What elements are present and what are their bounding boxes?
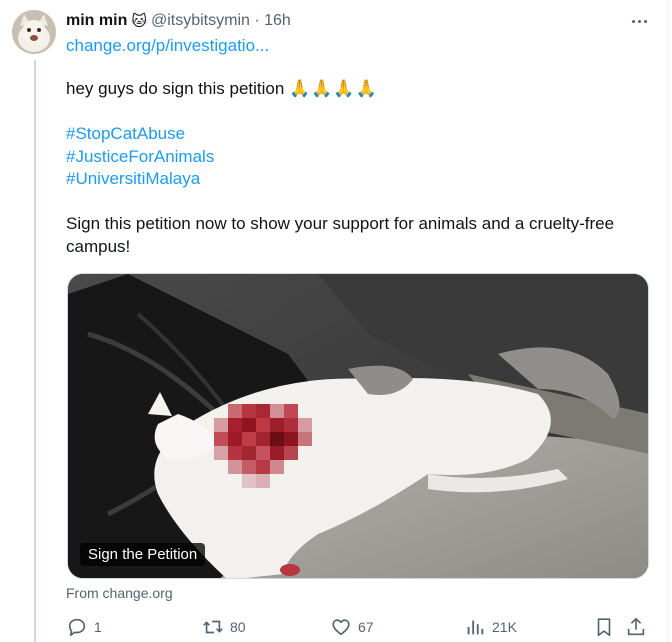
repost-button[interactable]: 80 bbox=[202, 614, 246, 640]
tweet-text: hey guys do sign this petition 🙏🙏🙏🙏 #Sto… bbox=[66, 78, 656, 258]
divider bbox=[668, 0, 669, 642]
text-body: Sign this petition now to show your supp… bbox=[66, 214, 615, 256]
reply-button[interactable]: 1 bbox=[66, 614, 102, 640]
more-button[interactable] bbox=[626, 8, 652, 34]
share-button[interactable] bbox=[625, 614, 647, 640]
author-name[interactable]: min min bbox=[66, 12, 127, 30]
share-icon bbox=[627, 617, 645, 636]
like-button[interactable]: 67 bbox=[330, 614, 374, 640]
hashtag-universitimalaya[interactable]: #UniversitiMalaya bbox=[66, 168, 656, 191]
text-intro: hey guys do sign this petition bbox=[66, 79, 285, 98]
card-source[interactable]: From change.org bbox=[66, 585, 173, 601]
views-button[interactable]: 21K bbox=[464, 614, 517, 640]
petition-link[interactable]: change.org/p/investigatio... bbox=[66, 36, 269, 56]
thread-line bbox=[34, 60, 36, 642]
sign-petition-label[interactable]: Sign the Petition bbox=[80, 543, 206, 566]
more-icon bbox=[631, 19, 635, 23]
repost-icon bbox=[203, 620, 223, 634]
prayer-emojis: 🙏🙏🙏🙏 bbox=[289, 79, 378, 98]
author-handle-time[interactable]: @itsybitsymin · 16h bbox=[151, 12, 291, 30]
like-count: 67 bbox=[358, 619, 374, 635]
hashtag-justiceforanimals[interactable]: #JusticeForAnimals bbox=[66, 146, 656, 169]
reply-count: 1 bbox=[94, 619, 102, 635]
link-card-media[interactable]: Sign the Petition bbox=[67, 273, 649, 579]
action-bar: 1 80 67 21K bbox=[66, 614, 652, 640]
avatar-cat-image bbox=[12, 10, 56, 54]
bookmark-button[interactable] bbox=[593, 614, 615, 640]
tweet-header: min min 🐱 @itsybitsymin · 16h bbox=[66, 11, 291, 31]
views-count: 21K bbox=[492, 619, 517, 635]
repost-count: 80 bbox=[230, 619, 246, 635]
views-icon bbox=[467, 620, 484, 635]
card-image bbox=[68, 274, 648, 578]
text-line: hey guys do sign this petition 🙏🙏🙏🙏 bbox=[66, 78, 656, 101]
cat-emoji: 🐱 bbox=[131, 12, 147, 30]
reply-icon bbox=[68, 618, 86, 637]
hashtag-stopcatabuse[interactable]: #StopCatAbuse bbox=[66, 123, 656, 146]
avatar[interactable] bbox=[12, 10, 56, 54]
bookmark-icon bbox=[597, 618, 611, 637]
like-icon bbox=[332, 619, 350, 636]
